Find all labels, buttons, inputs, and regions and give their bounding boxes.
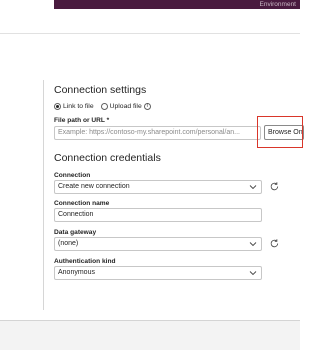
authentication-kind-select[interactable]: Anonymous	[54, 266, 262, 280]
file-path-input[interactable]: Example: https://contoso-my.sharepoint.c…	[54, 126, 261, 140]
info-icon[interactable]: i	[143, 103, 151, 110]
connection-select-value: Create new connection	[58, 183, 130, 190]
data-gateway-label: Data gateway	[54, 229, 97, 236]
data-gateway-select[interactable]: (none)	[54, 237, 262, 251]
chevron-down-icon	[249, 185, 257, 190]
link-to-file-radio[interactable]	[54, 103, 61, 110]
chevron-down-icon	[249, 271, 257, 276]
environment-label[interactable]: Environment	[260, 0, 297, 9]
panel-divider	[43, 80, 44, 310]
connection-name-input[interactable]: Connection	[54, 208, 262, 222]
refresh-icon[interactable]	[269, 238, 280, 249]
link-to-file-label[interactable]: Link to file	[63, 103, 94, 110]
data-gateway-value: (none)	[58, 240, 79, 247]
connection-credentials-title: Connection credentials	[54, 152, 161, 164]
authentication-kind-value: Anonymous	[58, 269, 95, 276]
footer-bar	[0, 321, 300, 350]
upload-file-radio[interactable]	[100, 103, 108, 110]
source-radio-group: Link to file Upload file i	[54, 101, 151, 112]
upload-file-label[interactable]: Upload file	[110, 103, 142, 110]
highlight-box	[257, 116, 303, 148]
connection-name-label: Connection name	[54, 200, 110, 207]
authentication-kind-label: Authentication kind	[54, 258, 116, 265]
refresh-icon[interactable]	[269, 181, 280, 192]
chevron-down-icon	[249, 242, 257, 247]
connection-select[interactable]: Create new connection	[54, 180, 262, 194]
top-bar: Environment	[0, 0, 300, 9]
connection-label: Connection	[54, 172, 91, 179]
connection-settings-title: Connection settings	[54, 84, 147, 96]
header-divider	[0, 33, 300, 34]
file-path-label: File path or URL *	[54, 117, 110, 124]
